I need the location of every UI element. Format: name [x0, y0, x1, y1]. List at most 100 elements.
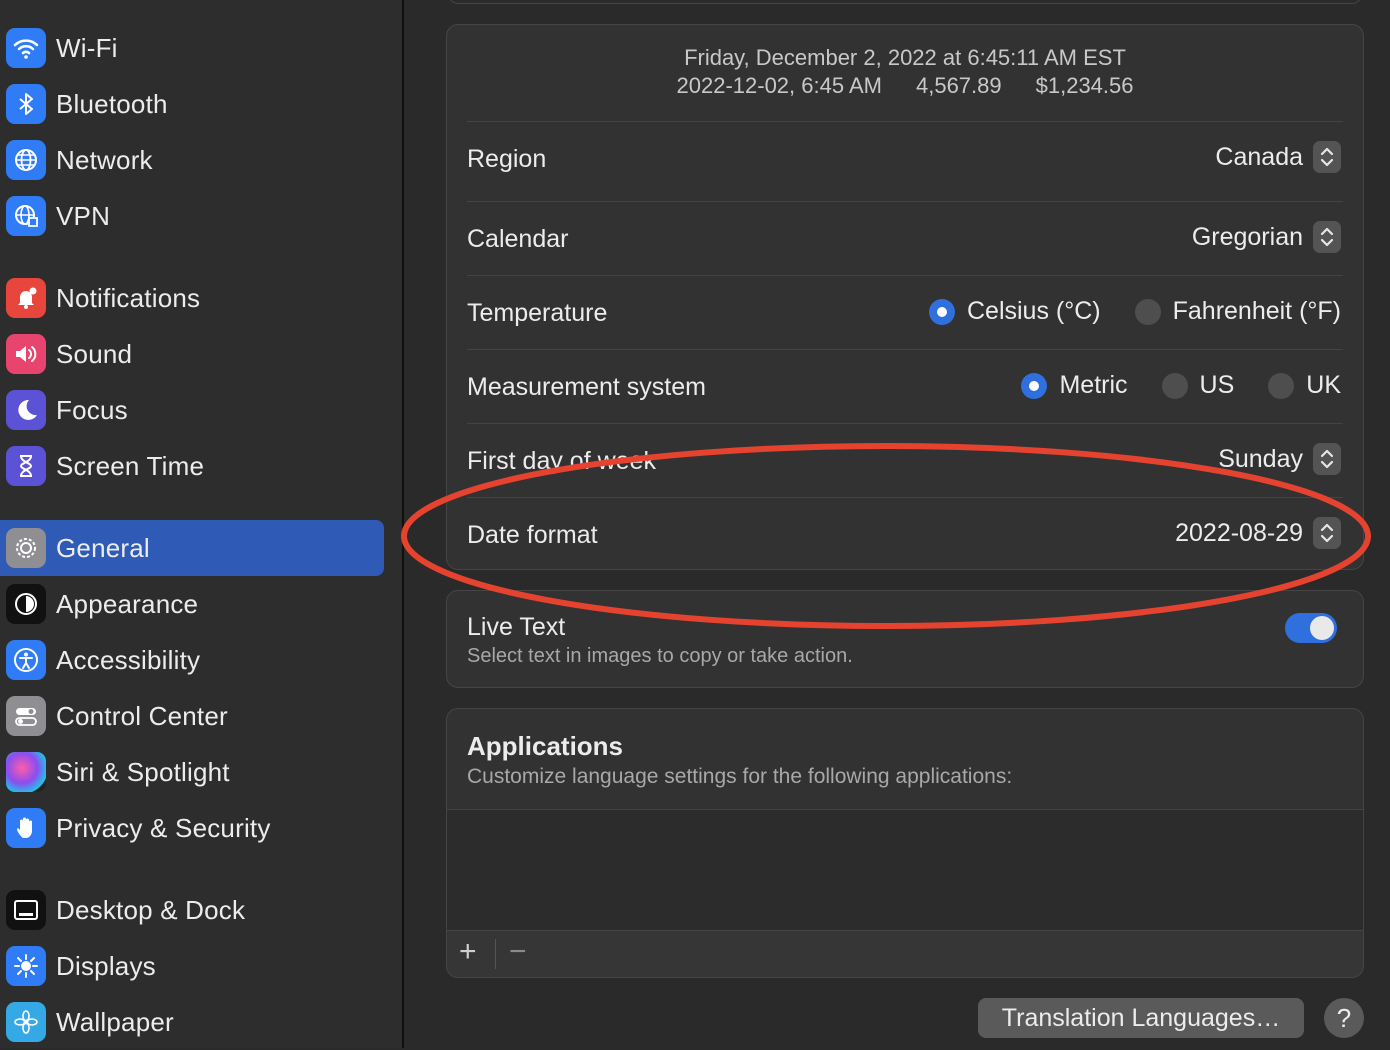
previous-section-edge: [448, 0, 1362, 4]
date-format-value: 2022-08-29: [1175, 518, 1303, 547]
sidebar-item-vpn[interactable]: VPN: [0, 188, 384, 244]
globe-icon: [6, 140, 46, 180]
temperature-radio-group: Celsius (°C) Fahrenheit (°F): [895, 297, 1341, 326]
sidebar-item-wallpaper[interactable]: Wallpaper: [0, 994, 384, 1050]
sidebar-item-label: Control Center: [56, 700, 228, 731]
sidebar-item-wifi[interactable]: Wi-Fi: [0, 20, 384, 76]
calendar-popup[interactable]: Gregorian: [1192, 221, 1341, 253]
region-popup[interactable]: Canada: [1215, 141, 1341, 173]
sidebar-item-sound[interactable]: Sound: [0, 326, 384, 382]
hand-icon: [6, 808, 46, 848]
live-text-description: Select text in images to copy or take ac…: [467, 645, 853, 667]
divider: [467, 423, 1343, 424]
sidebar-item-bluetooth[interactable]: Bluetooth: [0, 76, 384, 132]
radio-label: UK: [1306, 371, 1341, 399]
sidebar-item-label: Privacy & Security: [56, 812, 271, 843]
sidebar-item-label: Sound: [56, 338, 133, 369]
remove-button[interactable]: −: [509, 935, 527, 969]
radio-label: Metric: [1059, 371, 1128, 399]
translation-languages-button[interactable]: Translation Languages…: [978, 998, 1304, 1038]
divider: [467, 275, 1343, 276]
add-button[interactable]: +: [459, 935, 477, 969]
date-preview-line: Friday, December 2, 2022 at 6:45:11 AM E…: [684, 45, 1126, 70]
sidebar: Wi-Fi Bluetooth Network VPN Notification…: [0, 0, 404, 1048]
temperature-fahrenheit-radio[interactable]: Fahrenheit (°F): [1134, 297, 1341, 326]
vpn-globe-icon: [6, 196, 46, 236]
sidebar-item-siri-spotlight[interactable]: Siri & Spotlight: [0, 744, 384, 800]
sidebar-item-label: VPN: [56, 200, 111, 231]
sidebar-item-label: Siri & Spotlight: [56, 756, 230, 787]
sidebar-item-label: Desktop & Dock: [56, 894, 246, 925]
format-settings-card: Friday, December 2, 2022 at 6:45:11 AM E…: [446, 24, 1364, 570]
sidebar-item-screen-time[interactable]: Screen Time: [0, 438, 384, 494]
sidebar-item-appearance[interactable]: Appearance: [0, 576, 384, 632]
moon-icon: [6, 390, 46, 430]
radio-selected-indicator: [928, 298, 955, 325]
temperature-label: Temperature: [467, 299, 608, 327]
sidebar-item-privacy-security[interactable]: Privacy & Security: [0, 800, 384, 856]
radio-indicator: [1268, 372, 1295, 399]
date-format-label: Date format: [467, 521, 598, 549]
divider: [467, 349, 1343, 350]
sidebar-item-general[interactable]: General: [0, 520, 384, 576]
sidebar-item-label: Screen Time: [56, 450, 205, 481]
bluetooth-icon: [6, 84, 46, 124]
sidebar-item-focus[interactable]: Focus: [0, 382, 384, 438]
sidebar-item-label: General: [56, 532, 150, 563]
toggles-icon: [6, 696, 46, 736]
accessibility-icon: [6, 640, 46, 680]
sidebar-item-label: Bluetooth: [56, 88, 168, 119]
chevron-up-down-icon: [1313, 517, 1341, 549]
measurement-metric-radio[interactable]: Metric: [1021, 371, 1128, 400]
sidebar-item-label: Network: [56, 144, 153, 175]
help-button[interactable]: ?: [1324, 998, 1364, 1038]
siri-icon: [6, 752, 46, 792]
radio-indicator: [1134, 298, 1161, 325]
sidebar-item-label: Accessibility: [56, 644, 201, 675]
measurement-us-radio[interactable]: US: [1161, 371, 1234, 400]
first-day-label: First day of week: [467, 447, 656, 475]
sidebar-item-desktop-dock[interactable]: Desktop & Dock: [0, 882, 384, 938]
number-preview: 4,567.89: [915, 73, 1002, 98]
first-day-value: Sunday: [1218, 444, 1303, 473]
list-toolbar: + −: [447, 930, 1363, 977]
measurement-label: Measurement system: [467, 373, 706, 401]
region-value: Canada: [1215, 142, 1303, 171]
sidebar-item-label: Notifications: [56, 282, 201, 313]
calendar-label: Calendar: [467, 225, 569, 253]
first-day-popup[interactable]: Sunday: [1218, 443, 1341, 475]
applications-title: Applications: [467, 731, 624, 761]
divider: [467, 121, 1343, 122]
sidebar-item-displays[interactable]: Displays: [0, 938, 384, 994]
radio-label: Fahrenheit (°F): [1172, 297, 1341, 325]
temperature-celsius-radio[interactable]: Celsius (°C): [928, 297, 1101, 326]
applications-description: Customize language settings for the foll…: [467, 765, 1013, 788]
divider: [467, 201, 1343, 202]
date-format-popup[interactable]: 2022-08-29: [1175, 517, 1341, 549]
chevron-up-down-icon: [1313, 443, 1341, 475]
measurement-uk-radio[interactable]: UK: [1268, 371, 1341, 400]
radio-selected-indicator: [1021, 372, 1048, 399]
toolbar-separator: [495, 939, 496, 969]
sidebar-item-label: Appearance: [56, 588, 199, 619]
sidebar-item-accessibility[interactable]: Accessibility: [0, 632, 384, 688]
sidebar-item-label: Focus: [56, 394, 128, 425]
applications-list[interactable]: [447, 810, 1363, 930]
region-label: Region: [467, 145, 547, 173]
applications-card: Applications Customize language settings…: [446, 708, 1364, 978]
sidebar-item-label: Displays: [56, 950, 156, 981]
date-time-preview: 2022-12-02, 6:45 AM: [676, 73, 882, 98]
calendar-value: Gregorian: [1191, 222, 1303, 251]
radio-label: Celsius (°C): [966, 297, 1101, 325]
chevron-up-down-icon: [1313, 141, 1341, 173]
sun-icon: [6, 946, 46, 986]
divider: [467, 497, 1343, 498]
sidebar-item-network[interactable]: Network: [0, 132, 384, 188]
hourglass-icon: [6, 446, 46, 486]
sidebar-item-notifications[interactable]: Notifications: [0, 270, 384, 326]
flower-icon: [6, 1002, 46, 1042]
gear-icon: [6, 528, 46, 568]
measurement-radio-group: Metric US UK: [987, 371, 1341, 400]
live-text-toggle[interactable]: [1285, 613, 1337, 643]
sidebar-item-control-center[interactable]: Control Center: [0, 688, 384, 744]
